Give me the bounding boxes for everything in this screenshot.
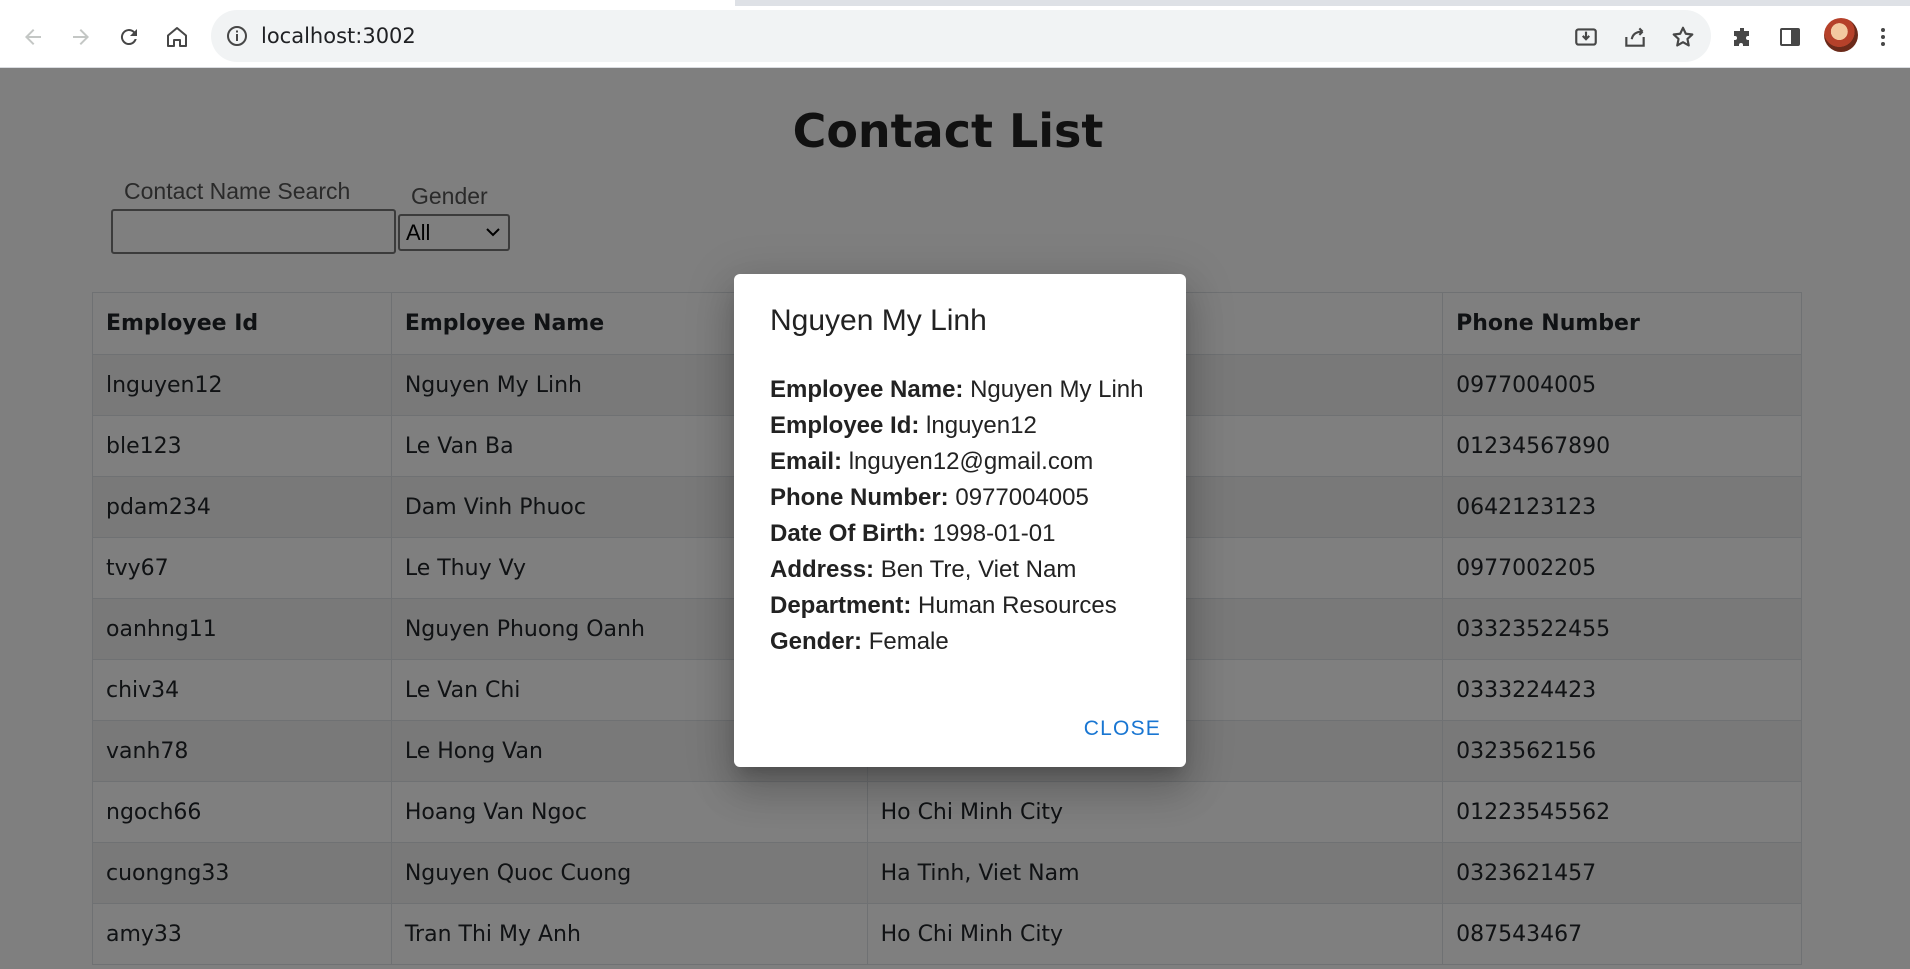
detail-date-of-birth: Date Of Birth: 1998-01-01 <box>770 516 1144 552</box>
detail-address: Address: Ben Tre, Viet Nam <box>770 552 1144 588</box>
detail-label: Gender: <box>770 628 863 655</box>
reload-icon[interactable] <box>111 19 147 55</box>
back-arrow-icon[interactable] <box>15 19 51 55</box>
detail-phone-number: Phone Number: 0977004005 <box>770 480 1144 516</box>
detail-value: Nguyen My Linh <box>970 376 1144 403</box>
detail-label: Department: <box>770 592 912 619</box>
detail-email: Email: lnguyen12@gmail.com <box>770 444 1144 480</box>
dialog-title: Nguyen My Linh <box>770 304 987 337</box>
detail-value: lnguyen12@gmail.com <box>848 448 1094 475</box>
employee-detail-dialog: Nguyen My Linh Employee Name: Nguyen My … <box>734 274 1186 767</box>
detail-value: Human Resources <box>918 592 1117 619</box>
detail-department: Department: Human Resources <box>770 588 1144 624</box>
side-panel-icon[interactable] <box>1772 19 1808 55</box>
detail-label: Date Of Birth: <box>770 520 926 547</box>
detail-value: 1998-01-01 <box>932 520 1056 547</box>
profile-avatar[interactable] <box>1824 18 1858 52</box>
puzzle-icon[interactable] <box>1725 19 1761 55</box>
detail-label: Address: <box>770 556 875 583</box>
detail-gender: Gender: Female <box>770 624 1144 660</box>
kebab-menu-icon[interactable] <box>1868 19 1898 55</box>
detail-value: lnguyen12 <box>926 412 1037 439</box>
detail-employee-name: Employee Name: Nguyen My Linh <box>770 372 1144 408</box>
detail-value: Female <box>868 628 949 655</box>
detail-employee-id: Employee Id: lnguyen12 <box>770 408 1144 444</box>
browser-toolbar: localhost:3002 <box>0 6 1910 68</box>
detail-label: Phone Number: <box>770 484 949 511</box>
close-button[interactable]: CLOSE <box>1084 717 1161 741</box>
detail-value: 0977004005 <box>955 484 1089 511</box>
detail-value: Ben Tre, Viet Nam <box>880 556 1077 583</box>
install-app-icon[interactable] <box>1573 24 1599 50</box>
forward-arrow-icon[interactable] <box>63 19 99 55</box>
detail-label: Employee Id: <box>770 412 920 439</box>
detail-label: Email: <box>770 448 843 475</box>
home-icon[interactable] <box>159 19 195 55</box>
dialog-body: Employee Name: Nguyen My Linh Employee I… <box>770 372 1144 660</box>
star-icon[interactable] <box>1670 24 1696 50</box>
info-icon[interactable] <box>225 24 249 48</box>
url-text[interactable]: localhost:3002 <box>261 24 416 48</box>
share-icon[interactable] <box>1622 24 1648 50</box>
detail-label: Employee Name: <box>770 376 964 403</box>
address-bar[interactable]: localhost:3002 <box>211 10 1711 62</box>
